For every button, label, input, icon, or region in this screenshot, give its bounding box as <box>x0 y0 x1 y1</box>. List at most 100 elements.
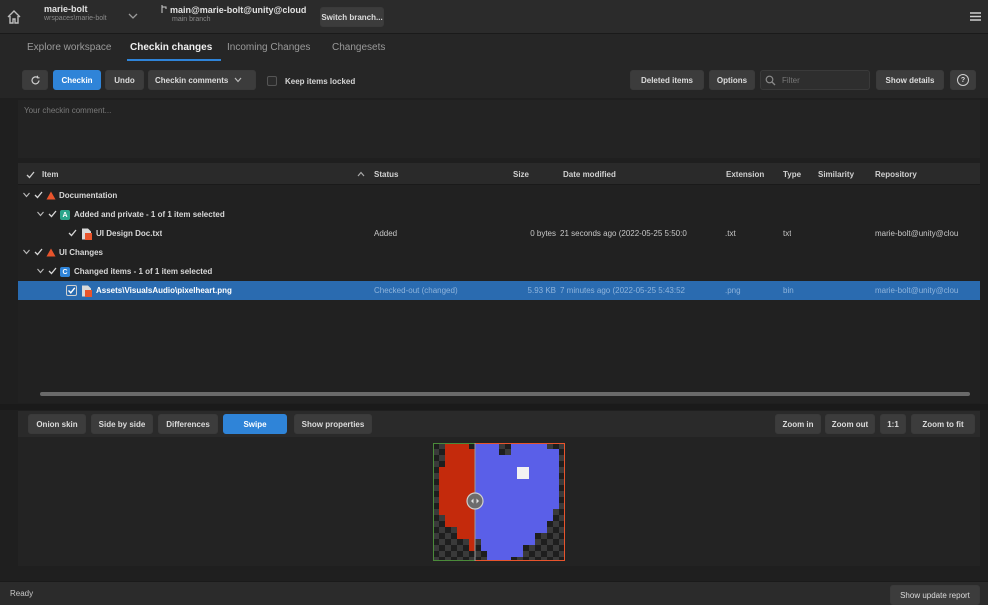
table-row[interactable]: UI Changes <box>18 243 980 262</box>
table-row[interactable]: Documentation <box>18 186 980 205</box>
show-update-report-button[interactable]: Show update report <box>890 585 980 605</box>
row-item: Added and private - 1 of 1 item selected <box>74 210 225 219</box>
zoom-to-fit-button[interactable]: Zoom to fit <box>911 414 975 434</box>
row-size: 0 bytes <box>530 229 556 238</box>
row-checkbox[interactable] <box>66 285 77 296</box>
top-bar: marie-bolt wrspaces\marie-bolt main@mari… <box>0 0 988 34</box>
actual-size-button[interactable]: 1:1 <box>880 414 906 434</box>
column-header-extension[interactable]: Extension <box>726 170 764 179</box>
row-item: UI Design Doc.txt <box>96 229 163 238</box>
checkin-comment-placeholder: Your checkin comment... <box>24 106 112 115</box>
tab-changesets[interactable]: Changesets <box>332 42 385 53</box>
keep-locked-checkbox[interactable] <box>267 76 277 86</box>
swipe-handle-icon[interactable] <box>466 492 484 510</box>
check-icon <box>68 287 76 294</box>
warning-icon <box>46 191 56 200</box>
search-icon <box>765 75 776 85</box>
show-properties-button[interactable]: Show properties <box>294 414 372 434</box>
tab-incoming-changes[interactable]: Incoming Changes <box>227 42 310 53</box>
deleted-items-button[interactable]: Deleted items <box>630 70 704 90</box>
text-file-icon <box>82 228 92 240</box>
options-button[interactable]: Options <box>709 70 755 90</box>
switch-branch-button[interactable]: Switch branch... <box>320 7 384 27</box>
column-header-similarity[interactable]: Similarity <box>818 170 854 179</box>
workspace-selector[interactable]: marie-bolt wrspaces\marie-bolt <box>44 4 107 22</box>
status-bar: Ready Show update report <box>0 581 988 605</box>
check-icon[interactable] <box>48 210 57 218</box>
check-icon[interactable] <box>34 191 43 199</box>
panel-splitter[interactable] <box>0 404 988 410</box>
table-row[interactable]: UI Design Doc.txt Added 0 bytes 21 secon… <box>18 224 980 243</box>
row-type: txt <box>783 229 792 238</box>
row-status: Checked-out (changed) <box>374 286 458 295</box>
status-text: Ready <box>10 589 34 598</box>
select-all-check-icon[interactable] <box>26 171 35 179</box>
check-icon[interactable] <box>68 229 77 237</box>
chevron-down-icon[interactable] <box>23 249 30 255</box>
column-header-repository[interactable]: Repository <box>875 170 917 179</box>
column-header-item[interactable]: Item <box>42 170 58 179</box>
differences-button[interactable]: Differences <box>158 414 218 434</box>
added-icon: A <box>60 210 70 220</box>
undo-button[interactable]: Undo <box>105 70 144 90</box>
horizontal-scrollbar[interactable] <box>40 392 970 396</box>
main-tabs: Explore workspace Checkin changes Incomi… <box>0 34 988 62</box>
row-item: Assets\VisualsAudio\pixelheart.png <box>96 286 232 295</box>
table-row[interactable]: A Added and private - 1 of 1 item select… <box>18 205 980 224</box>
check-icon[interactable] <box>48 267 57 275</box>
checkin-comments-label: Checkin comments <box>155 75 229 85</box>
menu-icon[interactable] <box>970 12 981 21</box>
swipe-image-preview[interactable] <box>433 443 565 561</box>
show-details-button[interactable]: Show details <box>876 70 944 90</box>
tab-explore-workspace[interactable]: Explore workspace <box>27 42 111 53</box>
tab-checkin-changes[interactable]: Checkin changes <box>130 42 212 53</box>
table-header: Item Status Size Date modified Extension… <box>18 163 980 185</box>
table-row[interactable]: C Changed items - 1 of 1 item selected <box>18 262 980 281</box>
checkin-toolbar: Checkin Undo Checkin comments Keep items… <box>0 62 988 98</box>
column-header-size[interactable]: Size <box>513 170 529 179</box>
chevron-down-icon <box>234 77 242 83</box>
chevron-down-icon[interactable] <box>128 12 138 20</box>
row-repository: marie-bolt@unity@clou <box>875 286 959 295</box>
pending-changes-table: Item Status Size Date modified Extension… <box>18 163 980 403</box>
row-item: UI Changes <box>59 248 104 257</box>
checkin-comments-dropdown[interactable]: Checkin comments <box>148 70 256 90</box>
row-status: Added <box>374 229 398 238</box>
row-date: 7 minutes ago (2022-05-25 5:43:52 <box>560 286 685 295</box>
branch-title: main@marie-bolt@unity@cloud <box>170 5 307 15</box>
home-icon[interactable] <box>5 8 23 26</box>
column-header-date-modified[interactable]: Date modified <box>563 170 616 179</box>
active-tab-indicator <box>127 59 221 61</box>
column-header-type[interactable]: Type <box>783 170 801 179</box>
chevron-down-icon[interactable] <box>37 211 44 217</box>
image-file-icon <box>82 285 92 297</box>
row-extension: .png <box>725 286 741 295</box>
help-button[interactable]: ? <box>950 70 976 90</box>
refresh-icon <box>30 75 40 84</box>
check-icon[interactable] <box>34 248 43 256</box>
side-by-side-button[interactable]: Side by side <box>91 414 153 434</box>
swipe-button[interactable]: Swipe <box>223 414 287 434</box>
help-icon: ? <box>957 74 969 86</box>
workspace-name: marie-bolt <box>44 4 88 14</box>
zoom-out-button[interactable]: Zoom out <box>825 414 875 434</box>
row-type: bin <box>783 286 794 295</box>
filter-input[interactable]: Filter <box>760 70 870 90</box>
table-row-selected[interactable]: Assets\VisualsAudio\pixelheart.png Check… <box>18 281 980 300</box>
row-size: 5.93 KB <box>527 286 556 295</box>
refresh-button[interactable] <box>22 70 48 90</box>
row-date: 21 seconds ago (2022-05-25 5:50:0 <box>560 229 687 238</box>
chevron-down-icon[interactable] <box>37 268 44 274</box>
column-header-status[interactable]: Status <box>374 170 398 179</box>
sort-ascending-icon[interactable] <box>357 171 365 177</box>
diff-toolbar: Onion skin Side by side Differences Swip… <box>18 411 980 437</box>
row-extension: .txt <box>725 229 736 238</box>
onion-skin-button[interactable]: Onion skin <box>28 414 86 434</box>
branch-subtitle: main branch <box>172 16 211 23</box>
chevron-down-icon[interactable] <box>23 192 30 198</box>
changed-icon: C <box>60 267 70 277</box>
checkin-comment-textarea[interactable]: Your checkin comment... <box>18 100 980 158</box>
checkin-button[interactable]: Checkin <box>53 70 101 90</box>
zoom-in-button[interactable]: Zoom in <box>775 414 821 434</box>
row-item: Changed items - 1 of 1 item selected <box>74 267 213 276</box>
